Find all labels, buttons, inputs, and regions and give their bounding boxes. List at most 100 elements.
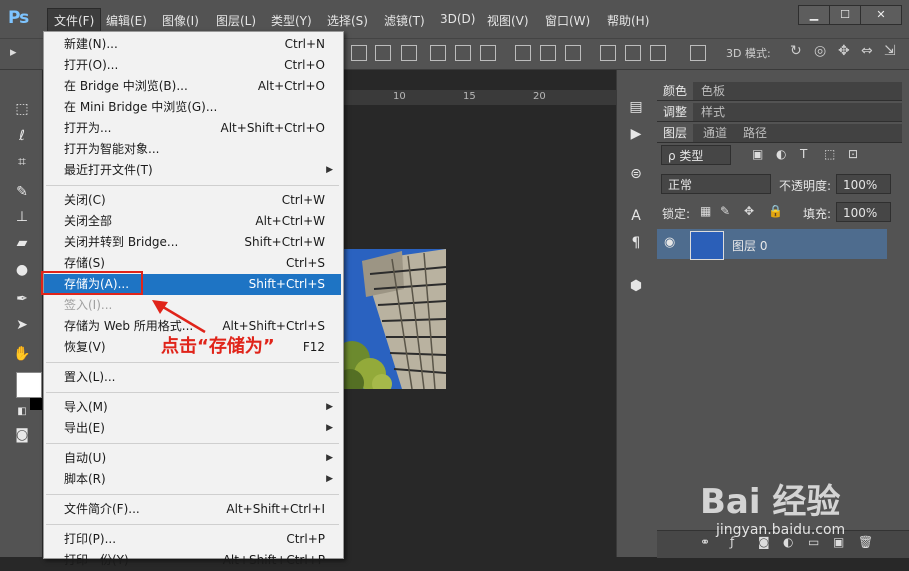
file-menu-item[interactable]: 新建(N)... Ctrl+N <box>44 34 341 55</box>
menu-item-label: 导入(M) <box>64 400 108 414</box>
file-menu-item[interactable]: 关闭全部 Alt+Ctrl+W <box>44 211 341 232</box>
quick-mask-icon[interactable]: ◙ <box>12 426 32 444</box>
lock-all-icon[interactable]: 🔒 <box>768 204 783 218</box>
menu-item[interactable]: 帮助(H) <box>607 12 649 29</box>
layer-name[interactable]: 图层 0 <box>732 237 767 254</box>
3d-scale-icon[interactable]: ⇲ <box>884 43 896 59</box>
healing-brush-icon[interactable]: ✎ <box>12 183 32 201</box>
file-menu-item[interactable]: 打开(O)... Ctrl+O <box>44 55 341 76</box>
align-center-icon[interactable] <box>375 45 391 61</box>
move-tool-icon[interactable]: ▸ <box>10 45 17 60</box>
3d-panel-icon[interactable]: ⬢ <box>626 277 646 295</box>
file-menu-item[interactable]: 文件简介(F)... Alt+Shift+Ctrl+I <box>44 499 341 520</box>
file-menu-item[interactable]: 在 Mini Bridge 中浏览(G)... <box>44 97 341 118</box>
document-photo[interactable] <box>342 249 446 389</box>
file-menu-item[interactable]: 关闭并转到 Bridge... Shift+Ctrl+W <box>44 232 341 253</box>
eraser-tool-icon[interactable]: ▰ <box>12 234 32 252</box>
align-left-icon[interactable] <box>351 45 367 61</box>
file-menu-item[interactable]: 导出(E) ▶ <box>44 418 341 439</box>
filter-pixel-icon[interactable]: ▣ <box>752 147 763 161</box>
tab-channels[interactable]: 通道 <box>697 124 733 142</box>
delete-layer-icon[interactable]: 🗑 <box>858 535 873 549</box>
tab-paths[interactable]: 路径 <box>737 124 773 142</box>
blend-mode-select[interactable]: 正常 <box>661 174 771 194</box>
distribute-right-icon[interactable] <box>650 45 666 61</box>
tab-swatches[interactable]: 色板 <box>695 82 731 100</box>
file-menu-item[interactable]: 打开为智能对象... <box>44 139 341 160</box>
default-colors-icon[interactable]: ◧ <box>12 403 32 421</box>
distribute-center-icon[interactable] <box>625 45 641 61</box>
paragraph-panel-icon[interactable]: ¶ <box>626 234 646 252</box>
crop-tool-icon[interactable]: ⌗ <box>12 153 32 171</box>
menu-item[interactable]: 3D(D) <box>440 12 475 26</box>
maximize-button[interactable]: ☐ <box>829 5 861 25</box>
file-menu-item[interactable]: 打开为... Alt+Shift+Ctrl+O <box>44 118 341 139</box>
file-menu-item[interactable]: 在 Bridge 中浏览(B)... Alt+Ctrl+O <box>44 76 341 97</box>
tab-color[interactable]: 颜色 <box>657 82 694 100</box>
lock-position-icon[interactable]: ✥ <box>744 204 754 218</box>
distribute-left-icon[interactable] <box>600 45 616 61</box>
tab-adjustments[interactable]: 调整 <box>657 103 694 121</box>
hand-tool-icon[interactable]: ✋ <box>12 345 32 363</box>
close-button[interactable]: ✕ <box>860 5 902 25</box>
lock-pixels-icon[interactable]: ✎ <box>720 204 730 218</box>
3d-slide-icon[interactable]: ⇔ <box>861 43 873 59</box>
file-menu-item[interactable]: 置入(L)... <box>44 367 341 388</box>
pen-tool-icon[interactable]: ✒ <box>12 290 32 308</box>
file-menu-item[interactable]: 打印(P)... Ctrl+P <box>44 529 341 550</box>
distribute-middle-icon[interactable] <box>540 45 556 61</box>
align-middle-icon[interactable] <box>455 45 471 61</box>
visibility-eye-icon[interactable]: ◉ <box>664 235 675 250</box>
lock-label: 锁定: <box>662 207 691 221</box>
file-menu-item[interactable]: 关闭(C) Ctrl+W <box>44 190 341 211</box>
file-menu-item[interactable]: 打印一份(Y) Alt+Shift+Ctrl+P <box>44 550 341 571</box>
opacity-field[interactable]: 100% <box>836 174 891 194</box>
menu-item[interactable]: 选择(S) <box>327 12 368 29</box>
menu-item[interactable]: 窗口(W) <box>545 12 590 29</box>
fill-field[interactable]: 100% <box>836 202 891 222</box>
filter-adjustment-icon[interactable]: ◐ <box>776 147 786 161</box>
menu-item[interactable]: 文件(F) <box>46 8 102 33</box>
file-menu-item[interactable]: 导入(M) ▶ <box>44 397 341 418</box>
3d-roll-icon[interactable]: ◎ <box>814 43 826 59</box>
distribute-top-icon[interactable] <box>515 45 531 61</box>
minimize-button[interactable]: ▁ <box>798 5 830 25</box>
actions-panel-icon[interactable]: ▶ <box>626 125 646 143</box>
properties-panel-icon[interactable]: ⊜ <box>626 165 646 183</box>
distribute-bottom-icon[interactable] <box>565 45 581 61</box>
align-bottom-icon[interactable] <box>480 45 496 61</box>
menu-item[interactable]: 类型(Y) <box>271 12 312 29</box>
link-layers-icon[interactable]: ⚭ <box>700 535 710 549</box>
filter-type-icon[interactable]: T <box>800 147 807 161</box>
filter-shape-icon[interactable]: ⬚ <box>824 147 835 161</box>
menu-item[interactable]: 图层(L) <box>216 12 256 29</box>
filter-smart-object-icon[interactable]: ⊡ <box>848 147 858 161</box>
tab-layers[interactable]: 图层 <box>657 124 694 142</box>
align-right-icon[interactable] <box>401 45 417 61</box>
layer-filter-select[interactable]: ρ 类型 <box>661 145 731 165</box>
menu-item[interactable]: 编辑(E) <box>106 12 147 29</box>
auto-align-icon[interactable] <box>690 45 706 61</box>
menu-item[interactable]: 滤镜(T) <box>384 12 425 29</box>
3d-rotate-icon[interactable]: ↻ <box>790 43 802 59</box>
menu-separator <box>46 185 339 186</box>
history-panel-icon[interactable]: ▤ <box>626 98 646 116</box>
path-selection-icon[interactable]: ➤ <box>12 316 32 334</box>
marquee-tool-icon[interactable]: ⬚ <box>12 100 32 118</box>
align-top-icon[interactable] <box>430 45 446 61</box>
menu-item-shortcut: Ctrl+O <box>284 58 325 72</box>
file-menu-item[interactable]: 最近打开文件(T) ▶ <box>44 160 341 181</box>
file-menu-item[interactable]: 脚本(R) ▶ <box>44 469 341 490</box>
3d-drag-icon[interactable]: ✥ <box>838 43 850 59</box>
clone-stamp-icon[interactable]: ⊥ <box>12 208 32 226</box>
blur-tool-icon[interactable]: ● <box>12 261 32 279</box>
menu-item[interactable]: 视图(V) <box>487 12 529 29</box>
menu-item-label: 打印(P)... <box>64 532 117 546</box>
lasso-tool-icon[interactable]: ℓ <box>12 127 32 145</box>
file-menu-item[interactable]: 自动(U) ▶ <box>44 448 341 469</box>
menu-item[interactable]: 图像(I) <box>162 12 199 29</box>
character-panel-icon[interactable]: A <box>626 207 646 225</box>
foreground-color-swatch[interactable] <box>16 372 42 398</box>
lock-transparent-icon[interactable]: ▦ <box>700 204 711 218</box>
tab-styles[interactable]: 样式 <box>695 103 731 121</box>
